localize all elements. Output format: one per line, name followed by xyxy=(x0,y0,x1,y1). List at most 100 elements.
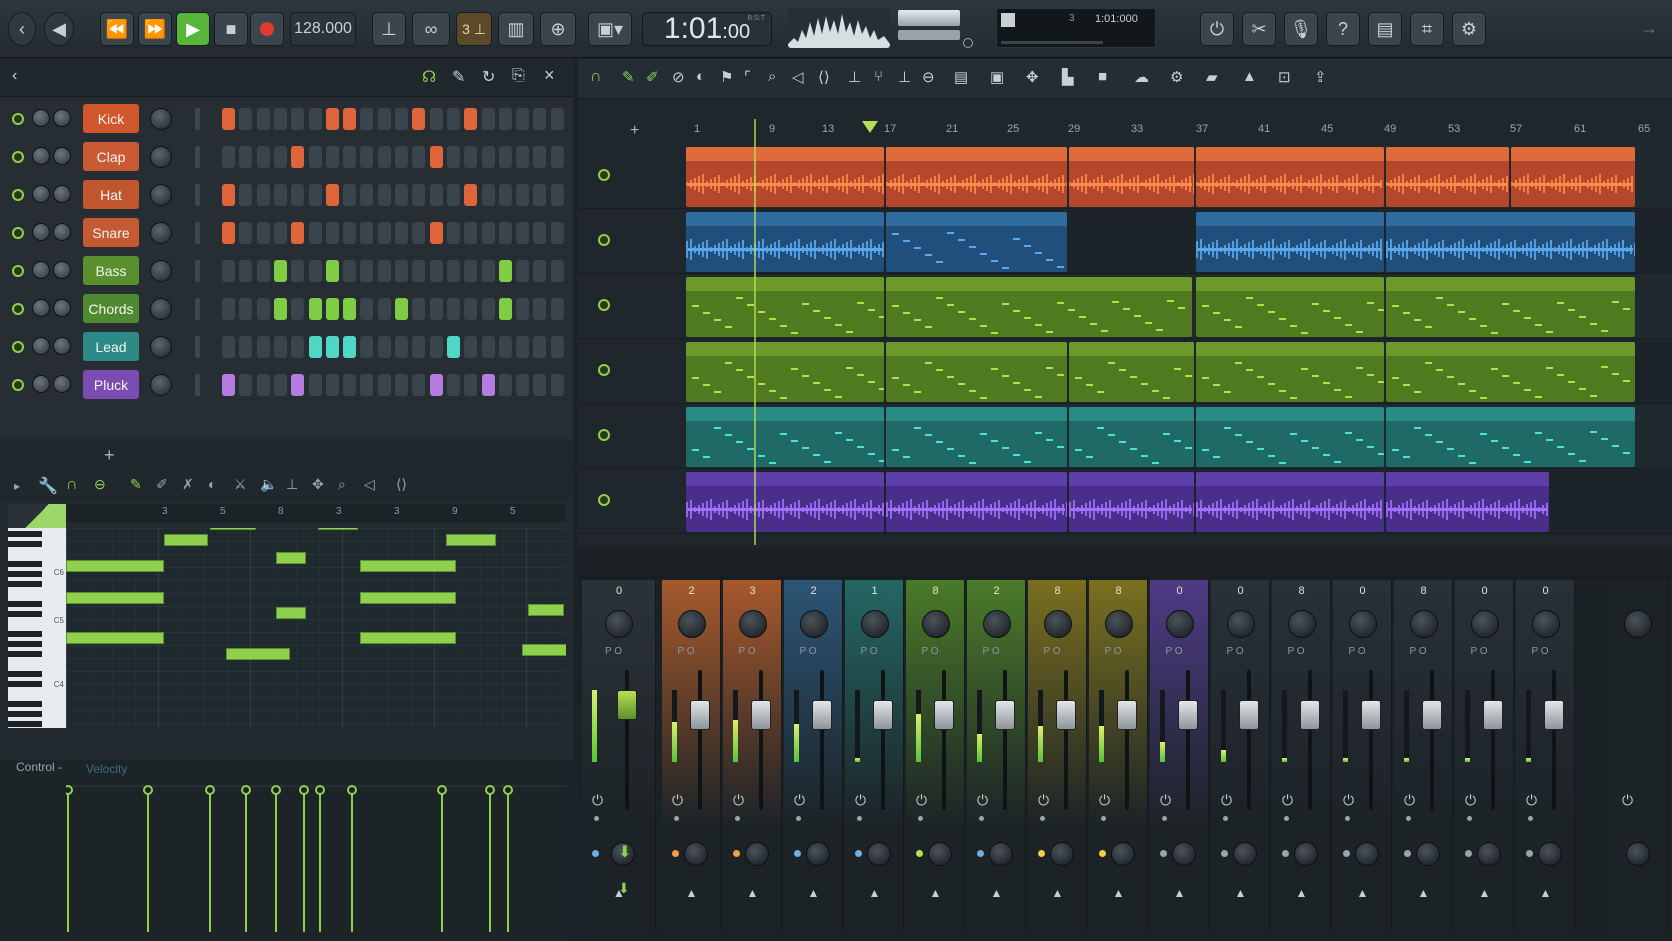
step-button[interactable] xyxy=(446,260,460,282)
draw-tool-icon[interactable]: ✎ xyxy=(622,68,635,86)
stretch-tool-icon[interactable]: ⟨⟩ xyxy=(818,68,830,86)
step-button[interactable] xyxy=(481,260,495,282)
step-button[interactable] xyxy=(239,146,253,168)
step-button[interactable] xyxy=(429,260,443,282)
snap-tool-icon[interactable]: ⊥ xyxy=(848,68,861,86)
step-button[interactable] xyxy=(256,298,270,320)
step-button[interactable] xyxy=(256,222,270,244)
strip-arrow-up-icon[interactable]: ▲ xyxy=(1479,886,1491,900)
step-button[interactable] xyxy=(498,184,512,206)
midi-note[interactable] xyxy=(360,560,456,572)
step-button[interactable] xyxy=(412,222,426,244)
forward-button[interactable]: ⏩ xyxy=(138,12,172,46)
pattern-clip[interactable] xyxy=(886,342,1067,402)
step-button[interactable] xyxy=(533,222,547,244)
strip-send-knob[interactable] xyxy=(1232,842,1257,866)
black-key[interactable] xyxy=(8,631,42,637)
step-button[interactable] xyxy=(343,336,357,358)
step-button[interactable] xyxy=(239,374,253,396)
channel-mixer-knob[interactable] xyxy=(150,108,172,130)
pattern-clip[interactable] xyxy=(886,147,1067,207)
step-button[interactable] xyxy=(412,146,426,168)
strip-pan-knob[interactable] xyxy=(799,610,828,638)
master-pitch-slider[interactable] xyxy=(898,30,960,40)
strip-pan-knob[interactable] xyxy=(1470,610,1499,638)
strip-arrow-up-icon[interactable]: ▲ xyxy=(1235,886,1247,900)
track-enable-led[interactable] xyxy=(598,234,610,246)
control-label[interactable]: Control - xyxy=(16,760,62,774)
step-button[interactable] xyxy=(429,146,443,168)
step-button[interactable] xyxy=(291,222,305,244)
midi-note[interactable] xyxy=(446,534,496,546)
black-key[interactable] xyxy=(8,571,42,577)
time-display[interactable]: 1:01:00 B:S:T xyxy=(642,12,772,46)
strip-fader[interactable] xyxy=(994,700,1015,730)
mixer-strip[interactable]: 0 P O ⏻ ▲ xyxy=(1455,580,1514,930)
strip-arrow-up-icon[interactable]: ▲ xyxy=(869,886,881,900)
black-key[interactable] xyxy=(8,711,42,717)
step-button[interactable] xyxy=(395,298,408,320)
strip-arrow-up-icon[interactable]: ▲ xyxy=(991,886,1003,900)
channel-name-button[interactable]: Hat xyxy=(83,180,139,209)
step-button[interactable] xyxy=(325,336,339,358)
strip-power-icon[interactable]: ⏻ xyxy=(1343,792,1354,809)
step-button[interactable] xyxy=(360,298,374,320)
channel-mute-led[interactable] xyxy=(12,189,24,201)
step-button[interactable] xyxy=(429,108,443,130)
strip-send-knob[interactable] xyxy=(683,842,708,866)
zoom-icon[interactable]: ⊖ xyxy=(94,476,106,493)
black-key[interactable] xyxy=(8,651,42,657)
step-button[interactable] xyxy=(273,222,287,244)
step-button[interactable] xyxy=(222,298,235,320)
strip-power-icon[interactable]: ⏻ xyxy=(1099,792,1110,809)
channel-mute-led[interactable] xyxy=(12,341,24,353)
step-button[interactable] xyxy=(308,336,322,358)
step-button[interactable] xyxy=(516,184,530,206)
black-key[interactable] xyxy=(8,641,42,647)
playlist-icon[interactable]: ▣ xyxy=(990,68,1004,86)
step-button[interactable] xyxy=(516,108,530,130)
strip-send-knob[interactable] xyxy=(744,842,769,866)
cloud-icon[interactable]: ☁ xyxy=(1134,68,1149,86)
back-icon[interactable]: ‹ xyxy=(12,67,17,85)
step-button[interactable] xyxy=(498,108,512,130)
track-enable-led[interactable] xyxy=(598,299,610,311)
strip-send-knob[interactable] xyxy=(1171,842,1196,866)
strip-pan-knob[interactable] xyxy=(1287,610,1316,638)
step-button[interactable] xyxy=(446,336,460,358)
split-tool-icon[interactable]: ⊥ xyxy=(898,68,911,86)
channel-mixer-knob[interactable] xyxy=(150,336,172,358)
step-button[interactable] xyxy=(412,298,426,320)
step-button[interactable] xyxy=(446,146,460,168)
step-edit-button[interactable]: ▥ xyxy=(498,12,534,46)
master-volume-slider[interactable] xyxy=(898,10,960,26)
export-icon[interactable]: ⎘ xyxy=(512,67,525,85)
strip-fader[interactable] xyxy=(1299,700,1320,730)
mixer-strip[interactable]: 0P O ⏻ ▲ ⬇ ⬇ xyxy=(582,580,656,930)
mixer-strip-master-right[interactable]: ⏻ xyxy=(1608,580,1668,930)
pattern-clip[interactable] xyxy=(1386,407,1635,467)
step-button[interactable] xyxy=(516,336,530,358)
step-button[interactable] xyxy=(256,260,270,282)
strip-power-icon[interactable]: ⏻ xyxy=(1465,792,1476,809)
channel-name-button[interactable]: Chords xyxy=(83,294,139,323)
add-track-button[interactable]: + xyxy=(630,122,639,140)
mixer-icon[interactable]: ⚙ xyxy=(1170,68,1183,86)
channel-name-button[interactable]: Clap xyxy=(83,142,139,171)
channel-pan-knob[interactable] xyxy=(53,261,71,279)
list-tool-icon[interactable]: ▤ xyxy=(954,68,968,86)
step-button[interactable] xyxy=(395,336,408,358)
step-button[interactable] xyxy=(550,146,564,168)
step-button[interactable] xyxy=(377,146,391,168)
step-button[interactable] xyxy=(377,184,391,206)
slice-tool-icon[interactable]: ⌜ xyxy=(744,68,751,86)
step-button[interactable] xyxy=(481,108,495,130)
delete-icon[interactable]: ✗ xyxy=(182,476,194,493)
step-button[interactable] xyxy=(222,260,235,282)
strip-power-icon[interactable]: ⏻ xyxy=(977,792,988,809)
step-button[interactable] xyxy=(395,184,408,206)
mixer-strip[interactable]: 0 P O ⏻ ▲ xyxy=(1211,580,1270,930)
track-enable-led[interactable] xyxy=(598,494,610,506)
strip-pan-knob[interactable] xyxy=(605,610,633,638)
paint-tool-icon[interactable]: ✐ xyxy=(646,68,659,86)
